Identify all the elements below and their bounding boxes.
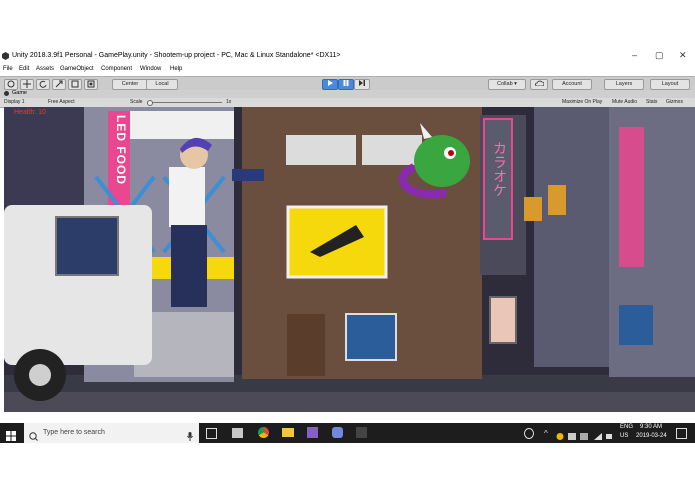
scale-icon	[55, 80, 63, 88]
menu-assets[interactable]: Assets	[36, 66, 54, 72]
rotate-tool-button[interactable]	[36, 79, 50, 90]
tray-icons[interactable]	[556, 428, 612, 440]
minimize-button[interactable]: –	[632, 50, 637, 60]
pivot-local-button[interactable]: Local	[146, 79, 178, 90]
move-icon	[23, 80, 31, 88]
menu-window[interactable]: Window	[140, 66, 161, 72]
step-icon	[359, 80, 365, 86]
windows-start-icon[interactable]	[6, 428, 16, 441]
blue-window	[345, 313, 397, 361]
task-view-icon[interactable]	[206, 428, 217, 439]
layout-dropdown[interactable]: Layout	[650, 79, 690, 90]
truck-hubcap	[29, 364, 51, 386]
window-grid-2	[362, 135, 422, 165]
menu-component[interactable]: Component	[101, 66, 132, 72]
scale-value: 1x	[226, 99, 232, 105]
door	[287, 314, 325, 376]
pause-button[interactable]	[338, 79, 354, 90]
scale-slider[interactable]	[147, 102, 222, 103]
close-button[interactable]: ✕	[679, 50, 687, 61]
window-title: Unity 2018.3.9f1 Personal - GamePlay.uni…	[12, 52, 341, 59]
unity-logo-icon	[2, 52, 9, 60]
transform-tool-button[interactable]	[84, 79, 98, 90]
karaoke-sign-text: カラオケ	[492, 141, 508, 197]
display-dropdown[interactable]: Display 1	[4, 99, 25, 105]
maximize-button[interactable]: ▢	[655, 50, 664, 61]
game-viewport[interactable]: Health: 10 LED FOOD カラオケ	[4, 107, 695, 412]
tab-game[interactable]: Game	[12, 90, 27, 96]
taskbar-app-discord-icon[interactable]	[332, 427, 343, 438]
people-icon[interactable]	[524, 428, 534, 439]
player-body	[169, 167, 205, 227]
search-placeholder: Type here to search	[43, 429, 105, 436]
play-icon	[328, 80, 333, 86]
rotate-icon	[39, 80, 47, 88]
taskbar: Type here to search ^ ENG US 9:30 AM 201…	[0, 423, 695, 443]
scale-tool-button[interactable]	[52, 79, 66, 90]
game-scene	[4, 107, 695, 412]
hand-tool-button[interactable]	[4, 79, 18, 90]
stats-toggle[interactable]: Stats	[646, 99, 657, 105]
truck-window	[55, 216, 119, 276]
window-title-bar: Unity 2018.3.9f1 Personal - GamePlay.uni…	[0, 48, 695, 66]
menu-file[interactable]: File	[3, 66, 13, 72]
enemy-pupil	[448, 150, 454, 156]
cloud-icon	[534, 80, 544, 87]
tray-chevron-icon[interactable]: ^	[544, 429, 548, 438]
taskbar-app-chrome-icon[interactable]	[258, 427, 269, 438]
right-building-1	[534, 107, 614, 367]
lantern-1	[524, 197, 542, 221]
maximize-on-play-toggle[interactable]: Maximize On Play	[562, 99, 602, 105]
window-grid-1	[286, 135, 356, 165]
language-indicator-bottom[interactable]: US	[620, 433, 628, 439]
lantern-2	[548, 185, 566, 215]
taskbar-app-mail-icon[interactable]	[232, 428, 243, 438]
gizmos-dropdown[interactable]: Gizmos	[666, 99, 683, 105]
layers-dropdown[interactable]: Layers	[604, 79, 644, 90]
game-tab-icon	[4, 91, 9, 96]
toolbar: Center Local Collab ▾ Account Layers Lay…	[0, 76, 695, 91]
sidewalk-sign	[489, 296, 517, 344]
pause-icon	[343, 80, 349, 86]
account-dropdown[interactable]: Account	[552, 79, 592, 90]
player-gun	[232, 169, 264, 181]
scale-label: Scale	[130, 99, 143, 105]
notifications-icon[interactable]	[676, 428, 687, 439]
scale-slider-thumb[interactable]	[147, 100, 153, 106]
taskbar-app-explorer-icon[interactable]	[282, 428, 294, 437]
taskbar-app-visual-studio-icon[interactable]	[307, 427, 318, 438]
taskbar-app-unity-icon[interactable]	[356, 427, 367, 438]
language-indicator-top[interactable]: ENG	[620, 424, 633, 430]
rect-tool-button[interactable]	[68, 79, 82, 90]
menu-edit[interactable]: Edit	[19, 66, 29, 72]
player-legs	[171, 225, 207, 307]
street-floor	[4, 392, 695, 412]
transform-icon	[87, 80, 95, 88]
mute-audio-toggle[interactable]: Mute Audio	[612, 99, 637, 105]
rect-icon	[71, 80, 79, 88]
clock-date[interactable]: 2019-03-24	[636, 433, 667, 439]
pivot-center-button[interactable]: Center	[112, 79, 148, 90]
move-tool-button[interactable]	[20, 79, 34, 90]
clock-time[interactable]: 9:30 AM	[640, 424, 662, 430]
led-food-top-panel	[130, 111, 234, 139]
right-blue-window	[619, 305, 653, 345]
health-label: Health: 10	[14, 109, 46, 116]
step-button[interactable]	[354, 79, 370, 90]
menu-help[interactable]: Help	[170, 66, 182, 72]
play-button[interactable]	[322, 79, 338, 90]
enemy-body	[414, 135, 470, 187]
game-tab-strip: Game	[0, 90, 695, 98]
menu-bar: File Edit Assets GameObject Component Wi…	[0, 66, 695, 76]
microphone-icon[interactable]	[187, 428, 193, 441]
led-food-sign-text: LED FOOD	[114, 115, 128, 185]
hand-icon	[7, 80, 15, 88]
menu-gameobject[interactable]: GameObject	[60, 66, 94, 72]
aspect-dropdown[interactable]: Free Aspect	[48, 99, 75, 105]
taskbar-search-box[interactable]: Type here to search	[24, 423, 199, 443]
collab-button[interactable]: Collab ▾	[488, 79, 526, 90]
pink-windows	[619, 127, 644, 267]
cloud-button[interactable]	[530, 79, 548, 90]
search-icon	[29, 428, 38, 441]
